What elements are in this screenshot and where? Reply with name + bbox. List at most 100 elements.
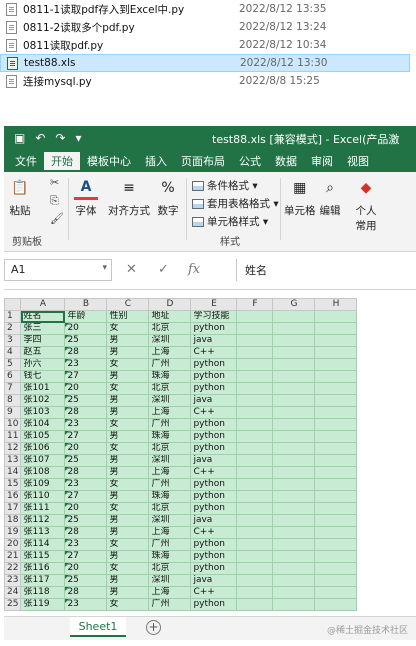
grid-cell[interactable]: [236, 418, 274, 431]
grid-cell[interactable]: [314, 502, 358, 515]
grid-cell[interactable]: [236, 382, 274, 395]
grid-cell[interactable]: 28: [64, 346, 108, 359]
grid-cell[interactable]: [236, 466, 274, 479]
ribbon-tab[interactable]: 页面布局: [174, 152, 232, 172]
grid-cell[interactable]: 23: [64, 538, 108, 551]
grid-cell[interactable]: java: [190, 514, 238, 527]
grid-cell[interactable]: 女: [106, 538, 150, 551]
grid-cell[interactable]: [314, 466, 358, 479]
grid-cell[interactable]: 男: [106, 550, 150, 563]
column-header[interactable]: C: [106, 298, 150, 311]
row-header[interactable]: 11: [4, 430, 22, 443]
grid-cell[interactable]: java: [190, 454, 238, 467]
grid-cell[interactable]: 23: [64, 478, 108, 491]
grid-cell[interactable]: 女: [106, 358, 150, 371]
grid-cell[interactable]: [236, 514, 274, 527]
grid-cell[interactable]: [272, 478, 316, 491]
grid-cell[interactable]: 北京: [148, 562, 192, 575]
ribbon-tab[interactable]: 公式: [232, 152, 268, 172]
grid-cell[interactable]: 上海: [148, 466, 192, 479]
ribbon-tab[interactable]: 插入: [138, 152, 174, 172]
grid-cell[interactable]: [236, 310, 274, 323]
grid-cell[interactable]: 23: [64, 418, 108, 431]
row-header[interactable]: 4: [4, 346, 22, 359]
grid-cell[interactable]: python: [190, 418, 238, 431]
row-header[interactable]: 6: [4, 370, 22, 383]
grid-cell[interactable]: 男: [106, 514, 150, 527]
worksheet-table[interactable]: A B C D E F G H 1 姓名 年龄 性别 地址 学习技能 2 张三 20 女北京 python 3 李四 25…: [4, 298, 358, 611]
grid-cell[interactable]: 男: [106, 430, 150, 443]
grid-cell[interactable]: python: [190, 358, 238, 371]
grid-cell[interactable]: [314, 382, 358, 395]
column-header[interactable]: G: [272, 298, 316, 311]
cut-icon[interactable]: ✂: [50, 176, 59, 189]
grid-cell[interactable]: 男: [106, 334, 150, 347]
conditional-format-button[interactable]: 条件格式 ▾: [192, 178, 258, 193]
grid-cell[interactable]: 25: [64, 514, 108, 527]
grid-cell[interactable]: 广州: [148, 418, 192, 431]
grid-cell[interactable]: 上海: [148, 346, 192, 359]
grid-cell[interactable]: 北京: [148, 322, 192, 335]
grid-cell[interactable]: 女: [106, 478, 150, 491]
grid-cell[interactable]: python: [190, 598, 238, 611]
row-header[interactable]: 24: [4, 586, 22, 599]
grid-cell[interactable]: 张114: [20, 538, 66, 551]
grid-cell[interactable]: 上海: [148, 526, 192, 539]
row-header[interactable]: 18: [4, 514, 22, 527]
grid-cell[interactable]: 钱七: [20, 370, 66, 383]
grid-cell[interactable]: [236, 406, 274, 419]
grid-cell[interactable]: 深圳: [148, 454, 192, 467]
grid-cell[interactable]: [272, 502, 316, 515]
grid-cell[interactable]: 张110: [20, 490, 66, 503]
grid-cell[interactable]: [236, 478, 274, 491]
grid-cell[interactable]: [236, 454, 274, 467]
grid-cell[interactable]: C++: [190, 406, 238, 419]
alignment-button[interactable]: ≡ 对齐方式: [108, 176, 150, 218]
grid-cell[interactable]: [314, 598, 358, 611]
grid-cell[interactable]: 张106: [20, 442, 66, 455]
grid-cell[interactable]: python: [190, 478, 238, 491]
grid-cell[interactable]: 张103: [20, 406, 66, 419]
ribbon-tab[interactable]: 模板中心: [80, 152, 138, 172]
grid-cell[interactable]: [272, 490, 316, 503]
ribbon-tab[interactable]: 视图: [340, 152, 376, 172]
grid-cell[interactable]: python: [190, 382, 238, 395]
grid-cell[interactable]: [236, 322, 274, 335]
grid-cell[interactable]: 珠海: [148, 430, 192, 443]
grid-cell[interactable]: [272, 562, 316, 575]
grid-cell[interactable]: 女: [106, 562, 150, 575]
row-header[interactable]: 15: [4, 478, 22, 491]
grid-cell[interactable]: 广州: [148, 538, 192, 551]
grid-cell[interactable]: [236, 598, 274, 611]
grid-cell[interactable]: 广州: [148, 598, 192, 611]
grid-cell[interactable]: [236, 490, 274, 503]
grid-cell[interactable]: 女: [106, 418, 150, 431]
undo-icon[interactable]: ↶: [35, 131, 45, 145]
grid-cell[interactable]: [314, 394, 358, 407]
row-header[interactable]: 14: [4, 466, 22, 479]
grid-cell[interactable]: 张116: [20, 562, 66, 575]
grid-cell[interactable]: 27: [64, 370, 108, 383]
sheet-tab[interactable]: Sheet1: [70, 617, 126, 637]
number-format-button[interactable]: % 数字: [156, 176, 180, 218]
ribbon-tab[interactable]: 审阅: [304, 152, 340, 172]
grid-cell[interactable]: 男: [106, 526, 150, 539]
grid-cell[interactable]: 赵五: [20, 346, 66, 359]
grid-cell[interactable]: 男: [106, 466, 150, 479]
grid-cell[interactable]: [272, 442, 316, 455]
grid-cell[interactable]: 上海: [148, 586, 192, 599]
add-sheet-button[interactable]: +: [146, 620, 161, 635]
grid-cell[interactable]: 男: [106, 346, 150, 359]
grid-cell[interactable]: 深圳: [148, 574, 192, 587]
grid-cell[interactable]: 张107: [20, 454, 66, 467]
grid-cell[interactable]: 广州: [148, 478, 192, 491]
grid-cell[interactable]: 张109: [20, 478, 66, 491]
grid-cell[interactable]: 27: [64, 490, 108, 503]
grid-cell[interactable]: 27: [64, 430, 108, 443]
grid-cell[interactable]: [272, 394, 316, 407]
grid-cell[interactable]: 张111: [20, 502, 66, 515]
grid-cell[interactable]: [272, 598, 316, 611]
row-header[interactable]: 13: [4, 454, 22, 467]
grid-cell[interactable]: 23: [64, 598, 108, 611]
grid-cell[interactable]: 北京: [148, 382, 192, 395]
